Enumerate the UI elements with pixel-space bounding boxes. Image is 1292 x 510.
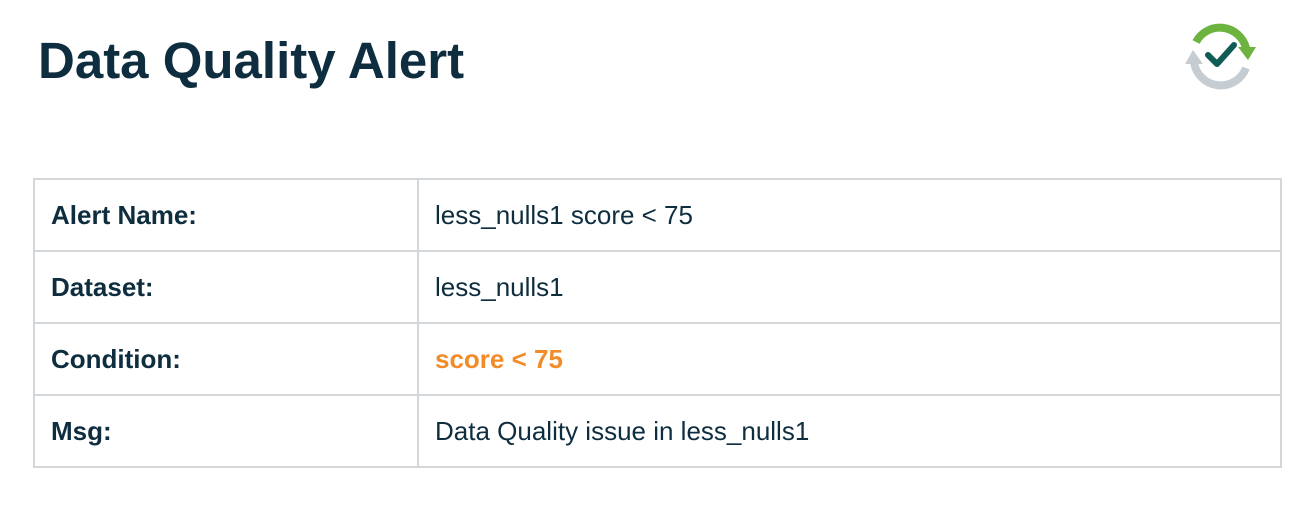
table-row: Dataset: less_nulls1 xyxy=(33,250,1282,324)
dataset-label: Dataset: xyxy=(33,250,419,324)
refresh-check-icon xyxy=(1185,23,1256,90)
alert-name-value: less_nulls1 score < 75 xyxy=(417,178,1282,252)
condition-value: score < 75 xyxy=(417,322,1282,396)
dataset-value: less_nulls1 xyxy=(417,250,1282,324)
alert-details-table: Alert Name: less_nulls1 score < 75 Datas… xyxy=(33,178,1282,468)
alert-page: Data Quality Alert Alert Name: less_null… xyxy=(0,0,1292,510)
table-row: Alert Name: less_nulls1 score < 75 xyxy=(33,178,1282,252)
msg-value: Data Quality issue in less_nulls1 xyxy=(417,394,1282,468)
alert-name-label: Alert Name: xyxy=(33,178,419,252)
msg-label: Msg: xyxy=(33,394,419,468)
page-title: Data Quality Alert xyxy=(38,32,465,89)
table-row: Condition: score < 75 xyxy=(33,322,1282,396)
condition-label: Condition: xyxy=(33,322,419,396)
table-row: Msg: Data Quality issue in less_nulls1 xyxy=(33,394,1282,468)
